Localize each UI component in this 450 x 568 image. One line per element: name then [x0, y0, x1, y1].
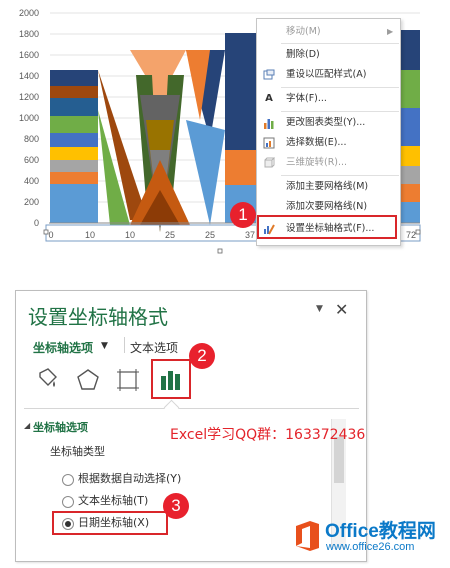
3d-rotation-icon — [263, 157, 276, 169]
series-brown-left — [50, 86, 98, 98]
submenu-arrow-icon: ▶ — [387, 27, 394, 36]
step-badge-2: 2 — [189, 343, 215, 369]
y-tick-label: 200 — [24, 197, 39, 207]
menu-separator — [281, 175, 399, 176]
menu-item-label: 更改图表类型(Y)... — [286, 117, 366, 128]
radio-button[interactable] — [62, 474, 74, 486]
watermark-logo: Office教程网 www.office26.com — [292, 514, 444, 562]
menu-separator — [281, 111, 399, 112]
y-tick-label: 1800 — [19, 29, 39, 39]
close-icon[interactable]: ✕ — [335, 300, 348, 319]
tab-divider — [124, 337, 125, 353]
select-data-icon — [263, 137, 275, 149]
font-icon: A — [265, 93, 273, 104]
series-blue-left — [50, 184, 98, 223]
menu-item-label: 添加次要网格线(N) — [286, 201, 368, 212]
y-tick-label: 1000 — [19, 113, 39, 123]
effects-pentagon-icon[interactable] — [75, 367, 101, 393]
pane-options-dropdown-icon[interactable]: ▼ — [316, 304, 323, 314]
y-tick-label: 1200 — [19, 92, 39, 102]
radio-button[interactable] — [62, 496, 74, 508]
axis-type-label: 坐标轴类型 — [50, 445, 105, 458]
selected-tab-caret — [163, 399, 180, 416]
step-badge-1: 1 — [230, 202, 256, 228]
y-tick-label: 0 — [34, 218, 39, 228]
office-logo-icon — [292, 518, 322, 554]
chart-area-middle — [98, 50, 225, 232]
menu-item-label: 字体(F)... — [286, 93, 327, 104]
series-orange-left — [50, 172, 98, 184]
menu-item-label: 三维旋转(R)... — [286, 157, 348, 168]
watermark-url: www.office26.com — [326, 541, 415, 553]
y-tick-label: 600 — [24, 155, 39, 165]
x-tick-label: 0 — [48, 230, 53, 240]
menu-item-delete[interactable]: 删除(D) — [257, 45, 400, 65]
change-chart-type-icon — [263, 117, 275, 129]
x-tick-label: 25 — [205, 230, 215, 240]
menu-separator — [281, 87, 399, 88]
menu-item-reset-style[interactable]: 重设以匹配样式(A) — [257, 65, 400, 85]
menu-item-change-chart-type[interactable]: 更改图表类型(Y)... — [257, 113, 400, 133]
menu-item-font[interactable]: A 字体(F)... — [257, 89, 400, 109]
context-menu: 移动(M) ▶ 删除(D) 重设以匹配样式(A) A 字体(F)... 更改图表… — [256, 18, 401, 246]
collapse-triangle-icon[interactable]: ◢ — [24, 421, 30, 430]
pane-divider — [24, 408, 359, 409]
pane-title: 设置坐标轴格式 — [28, 305, 168, 329]
series-gray-left — [50, 160, 98, 172]
x-tick-label: 25 — [165, 230, 175, 240]
chart-screenshot: 2000 1800 1600 1400 1200 1000 800 600 40… — [0, 0, 450, 260]
menu-item-select-data[interactable]: 选择数据(E)... — [257, 133, 400, 153]
menu-item-label: 重设以匹配样式(A) — [286, 69, 367, 80]
menu-item-add-major-gridlines[interactable]: 添加主要网格线(M) — [257, 177, 400, 197]
series-yellow-left — [50, 147, 98, 160]
qq-group-annotation: Excel学习QQ群：163372436 — [170, 427, 366, 443]
section-header-axis-options[interactable]: 坐标轴选项 — [33, 419, 88, 435]
tab-text-options[interactable]: 文本选项 — [130, 339, 178, 356]
y-tick-label: 800 — [24, 134, 39, 144]
highlight-box-axis-options-icon — [151, 359, 191, 399]
menu-item-label: 添加主要网格线(M) — [286, 181, 369, 192]
y-tick-label: 400 — [24, 176, 39, 186]
tab-axis-options[interactable]: 坐标轴选项 — [33, 339, 93, 356]
menu-separator — [281, 43, 399, 44]
menu-item-label: 删除(D) — [286, 49, 320, 60]
highlight-box-date-axis — [52, 511, 168, 535]
fill-line-icon[interactable] — [34, 367, 60, 393]
watermark-title: Office教程网 — [325, 521, 436, 542]
y-tick-label: 1600 — [19, 50, 39, 60]
step-badge-3: 3 — [163, 493, 189, 519]
x-tick-label: 37 — [245, 230, 255, 240]
menu-item-add-minor-gridlines[interactable]: 添加次要网格线(N) — [257, 197, 400, 217]
series-deep-left — [50, 70, 98, 86]
series-green-left — [50, 116, 98, 133]
chevron-down-icon[interactable]: ▼ — [101, 341, 108, 351]
menu-item-label: 移动(M) — [286, 26, 321, 37]
menu-item-3d-rotation[interactable]: 三维旋转(R)... — [257, 153, 400, 173]
chart-area-left — [50, 70, 98, 223]
menu-item-label: 选择数据(E)... — [286, 137, 347, 148]
x-tick-label: 72 — [406, 230, 416, 240]
highlight-box-format-axis — [257, 215, 397, 239]
reset-style-icon — [263, 69, 275, 81]
x-tick-label: 10 — [125, 230, 135, 240]
menu-item-move[interactable]: 移动(M) ▶ — [257, 22, 400, 42]
radio-label: 文本坐标轴(T) — [78, 494, 149, 507]
radio-label: 根据数据自动选择(Y) — [78, 472, 182, 485]
size-properties-icon[interactable] — [115, 367, 141, 393]
y-tick-label: 1400 — [19, 71, 39, 81]
series-darkblue-left — [50, 133, 98, 147]
y-tick-label: 2000 — [19, 8, 39, 18]
x-tick-label: 10 — [85, 230, 95, 240]
series-navy-left — [50, 98, 98, 116]
